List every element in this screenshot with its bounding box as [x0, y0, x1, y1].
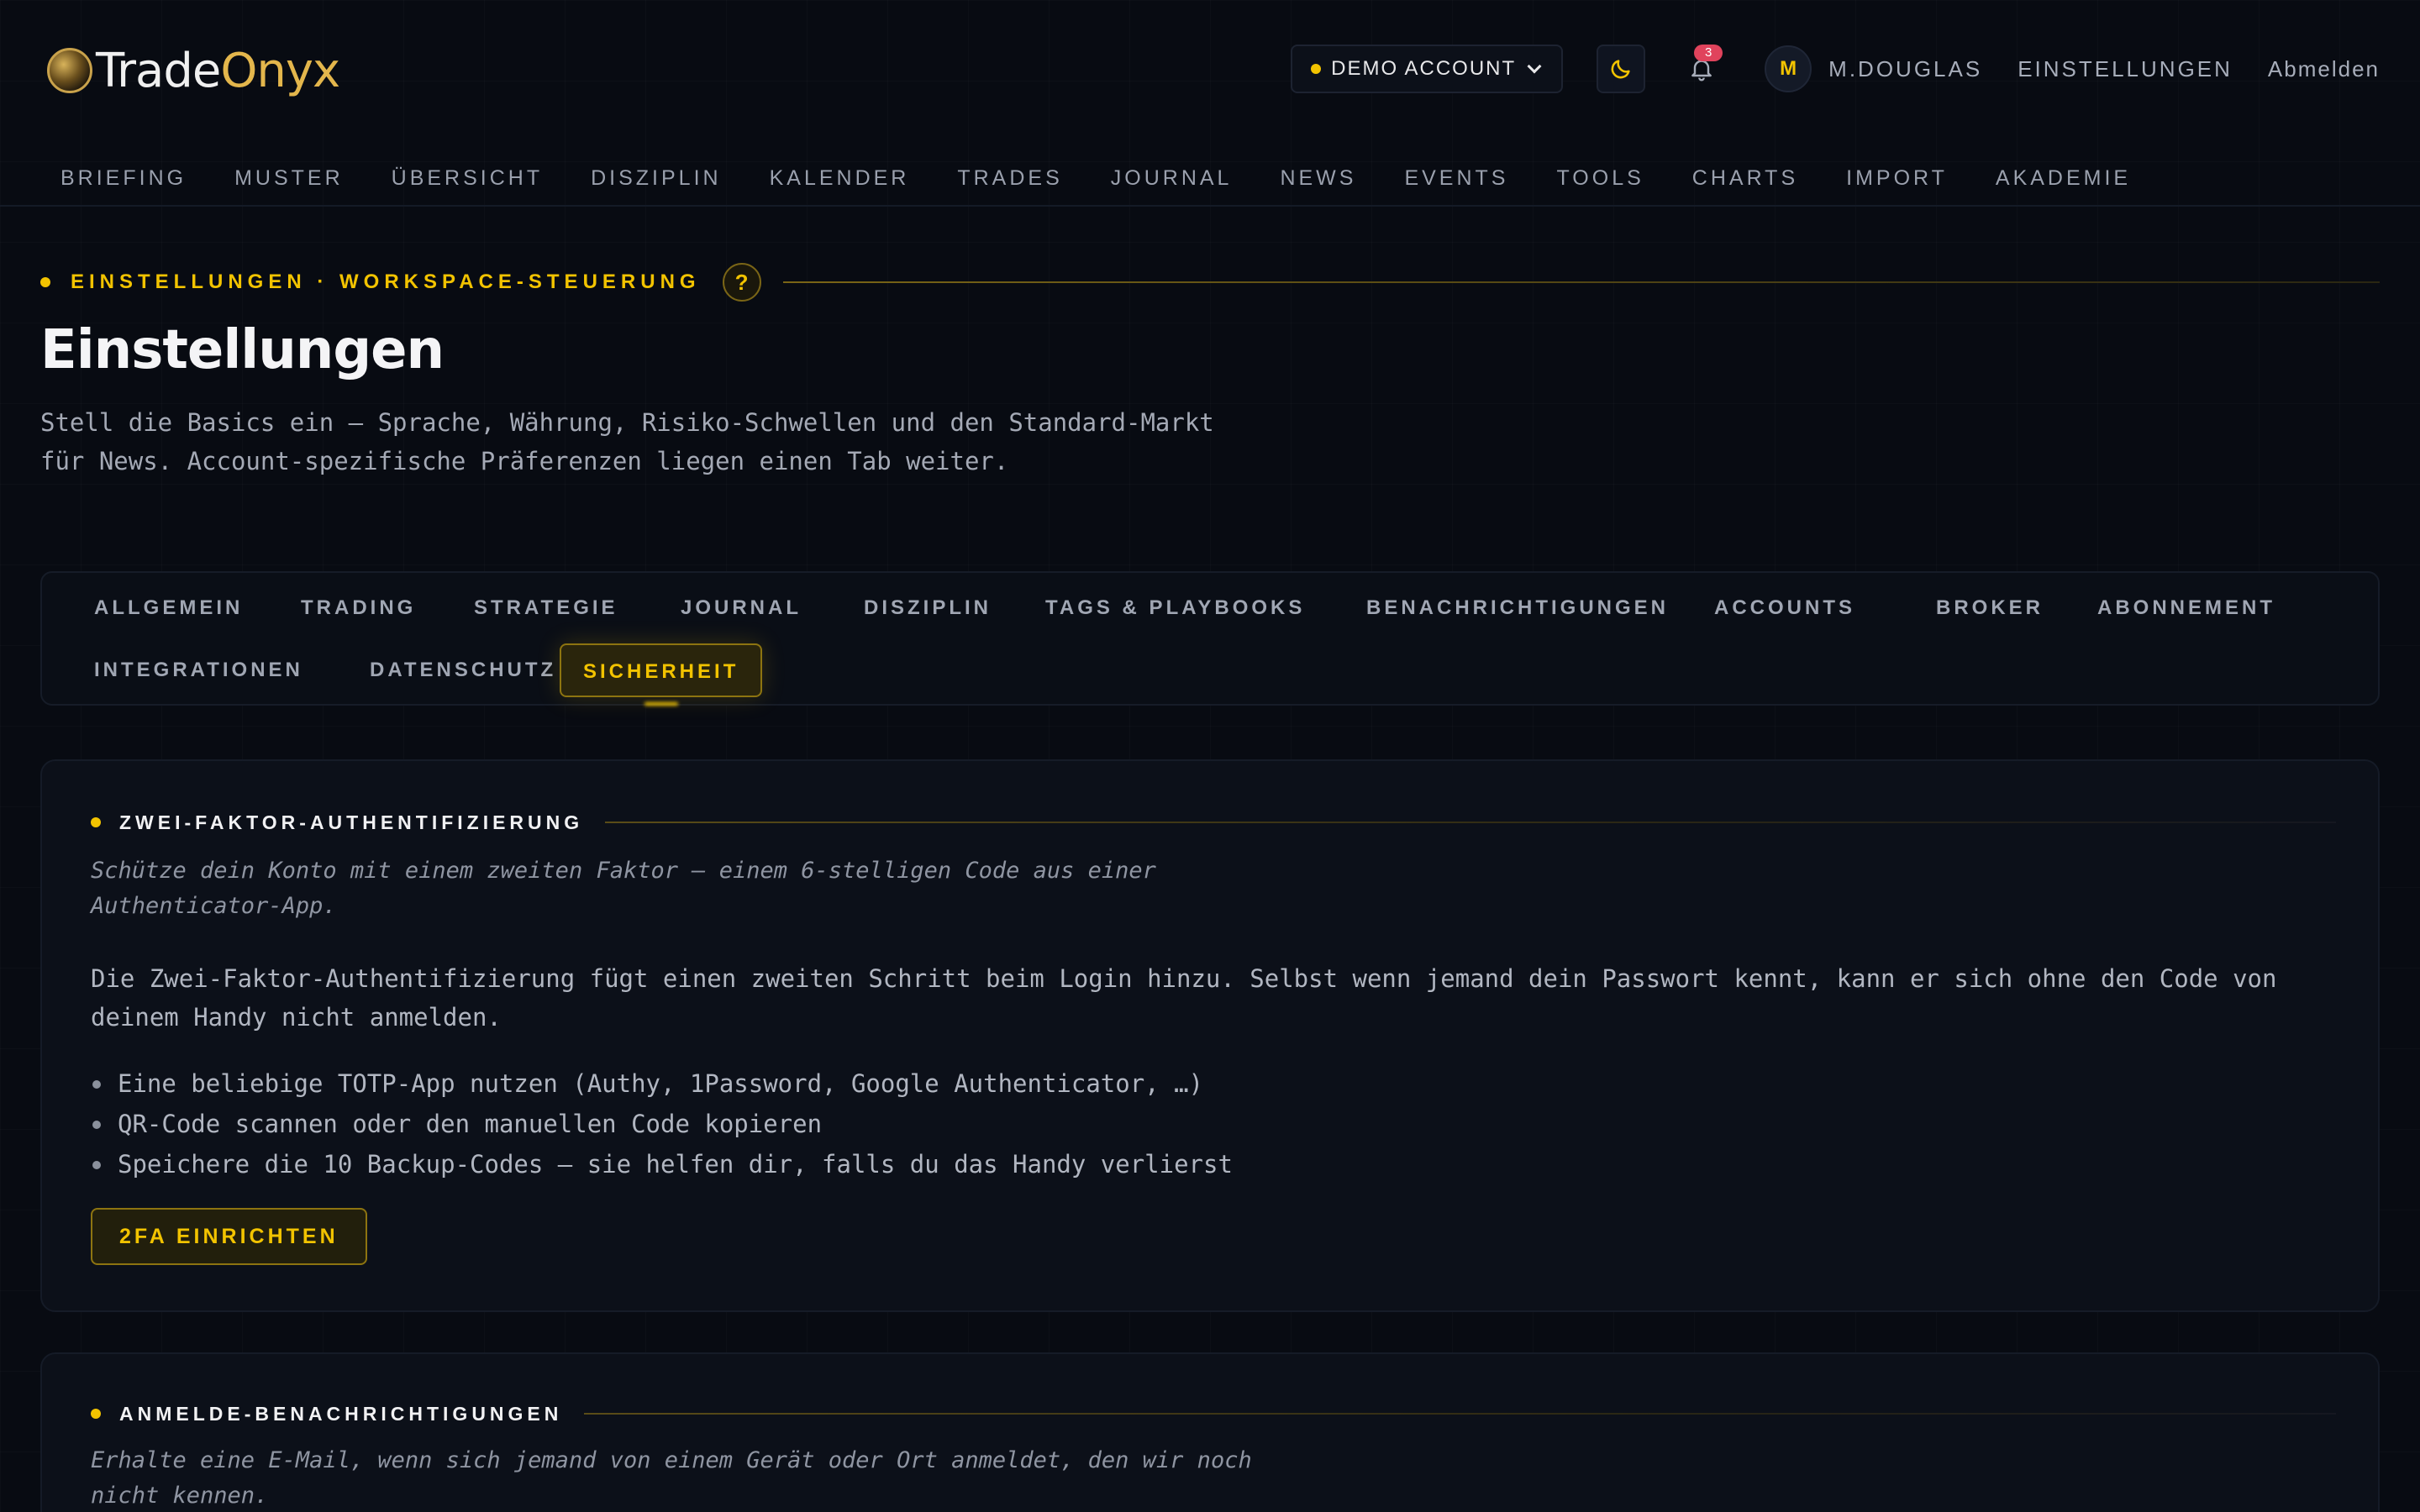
list-item: Speichere die 10 Backup-Codes — sie helf…	[91, 1144, 1233, 1184]
brand-name: TradeOnyx	[96, 43, 340, 98]
tab-allgemein[interactable]: ALLGEMEIN	[72, 581, 265, 635]
twofa-title: ZWEI-FAKTOR-AUTHENTIFIZIERUNG	[119, 811, 584, 833]
settings-tabs: ALLGEMEIN TRADING STRATEGIE JOURNAL DISZIPLI…	[40, 571, 2380, 706]
chevron-down-icon	[1527, 59, 1542, 74]
username-link[interactable]: M.DOUGLAS	[1828, 56, 1982, 82]
twofa-card-header: ZWEI-FAKTOR-AUTHENTIFIZIERUNG	[91, 810, 2336, 835]
globe-logo-icon	[47, 48, 92, 93]
top-header: TradeOnyx DEMO ACCOUNT 3 M M.DOUGLAS EIN…	[0, 0, 2420, 139]
tab-accounts[interactable]: ACCOUNTS	[1692, 581, 1877, 635]
nav-item-trades[interactable]: TRADES	[957, 166, 1062, 191]
eyebrow-dot-icon	[40, 277, 50, 287]
help-button[interactable]: ?	[722, 263, 761, 302]
nav-item-news[interactable]: NEWS	[1280, 166, 1356, 191]
avatar[interactable]: M	[1765, 45, 1812, 92]
setup-2fa-button[interactable]: 2FA EINRICHTEN	[91, 1208, 367, 1265]
nav-item-journal[interactable]: JOURNAL	[1111, 166, 1233, 191]
theme-toggle-button[interactable]	[1597, 45, 1646, 93]
list-item: Eine beliebige TOTP-App nutzen (Authy, 1…	[91, 1063, 1233, 1104]
tab-broker[interactable]: BROKER	[1914, 581, 2065, 635]
tab-abonnement[interactable]: ABONNEMENT	[2075, 581, 2297, 635]
logout-link[interactable]: Abmelden	[2268, 56, 2380, 82]
nav-item-akademie[interactable]: AKADEMIE	[1996, 166, 2131, 191]
tab-integrationen[interactable]: INTEGRATIONEN	[72, 643, 325, 697]
tab-sicherheit[interactable]: SICHERHEIT	[560, 643, 763, 697]
login-alerts-card-header: ANMELDE-BENACHRICHTIGUNGEN	[91, 1401, 2336, 1426]
twofa-body: Die Zwei-Faktor-Authentifizierung fügt e…	[91, 964, 2277, 1032]
login-alerts-dot-icon	[91, 1409, 101, 1419]
tab-tags-playbooks[interactable]: TAGS & PLAYBOOKS	[1023, 581, 1327, 635]
notification-count-badge: 3	[1694, 45, 1723, 61]
twofa-dot-icon	[91, 817, 101, 827]
twofa-card: ZWEI-FAKTOR-AUTHENTIFIZIERUNG Schütze de…	[40, 759, 2380, 1312]
nav-item-disziplin[interactable]: DISZIPLIN	[591, 166, 721, 191]
brand-logo[interactable]: TradeOnyx	[47, 43, 340, 98]
nav-item-briefing[interactable]: BRIEFING	[60, 166, 187, 191]
notifications-button[interactable]: 3	[1677, 45, 1726, 93]
nav-item-events[interactable]: EVENTS	[1404, 166, 1508, 191]
twofa-description: Schütze dein Konto mit einem zweiten Fak…	[91, 858, 1156, 919]
nav-item-übersicht[interactable]: ÜBERSICHT	[392, 166, 543, 191]
tab-journal[interactable]: JOURNAL	[659, 581, 823, 635]
page-subtitle: Stell die Basics ein — Sprache, Währung,…	[40, 408, 1214, 475]
login-alerts-divider	[584, 1413, 2336, 1415]
login-alerts-card: ANMELDE-BENACHRICHTIGUNGEN Erhalte eine …	[40, 1352, 2380, 1512]
login-alerts-title: ANMELDE-BENACHRICHTIGUNGEN	[119, 1402, 563, 1425]
nav-item-kalender[interactable]: KALENDER	[770, 166, 910, 191]
account-switcher-button[interactable]: DEMO ACCOUNT	[1291, 45, 1564, 93]
status-dot-icon	[1311, 64, 1322, 74]
login-alerts-description: Erhalte eine E-Mail, wenn sich jemand vo…	[91, 1447, 1252, 1509]
eyebrow-text: EINSTELLUNGEN · WORKSPACE-STEUERUNG	[71, 270, 701, 293]
header-actions: DEMO ACCOUNT 3 M M.DOUGLAS EINSTELLUNGEN…	[1291, 44, 2380, 94]
tab-trading[interactable]: TRADING	[279, 581, 438, 635]
nav-item-charts[interactable]: CHARTS	[1692, 166, 1798, 191]
nav-item-tools[interactable]: TOOLS	[1556, 166, 1644, 191]
tab-benachrichtigungen[interactable]: BENACHRICHTIGUNGEN	[1344, 581, 1691, 635]
section-eyebrow: EINSTELLUNGEN · WORKSPACE-STEUERUNG ?	[40, 263, 2380, 302]
settings-link[interactable]: EINSTELLUNGEN	[2018, 56, 2233, 82]
tab-strategie[interactable]: STRATEGIE	[452, 581, 640, 635]
nav-item-import[interactable]: IMPORT	[1846, 166, 1948, 191]
brand-name-part1: Trade	[96, 43, 221, 98]
account-label: DEMO ACCOUNT	[1331, 57, 1517, 80]
tab-datenschutz[interactable]: DATENSCHUTZ	[348, 643, 578, 697]
twofa-divider	[605, 822, 2336, 823]
twofa-bullet-list: Eine beliebige TOTP-App nutzen (Authy, 1…	[91, 1063, 1233, 1184]
list-item: QR-Code scannen oder den manuellen Code …	[91, 1104, 1233, 1144]
eyebrow-divider	[782, 281, 2380, 283]
brand-name-part2: Onyx	[220, 43, 340, 98]
nav-item-muster[interactable]: MUSTER	[234, 166, 344, 191]
main-nav: BRIEFING MUSTER ÜBERSICHT DISZIPLIN KALENDER…	[0, 151, 2420, 207]
tab-disziplin[interactable]: DISZIPLIN	[842, 581, 1013, 635]
page-title: Einstellungen	[40, 319, 445, 381]
moon-icon	[1611, 60, 1630, 79]
